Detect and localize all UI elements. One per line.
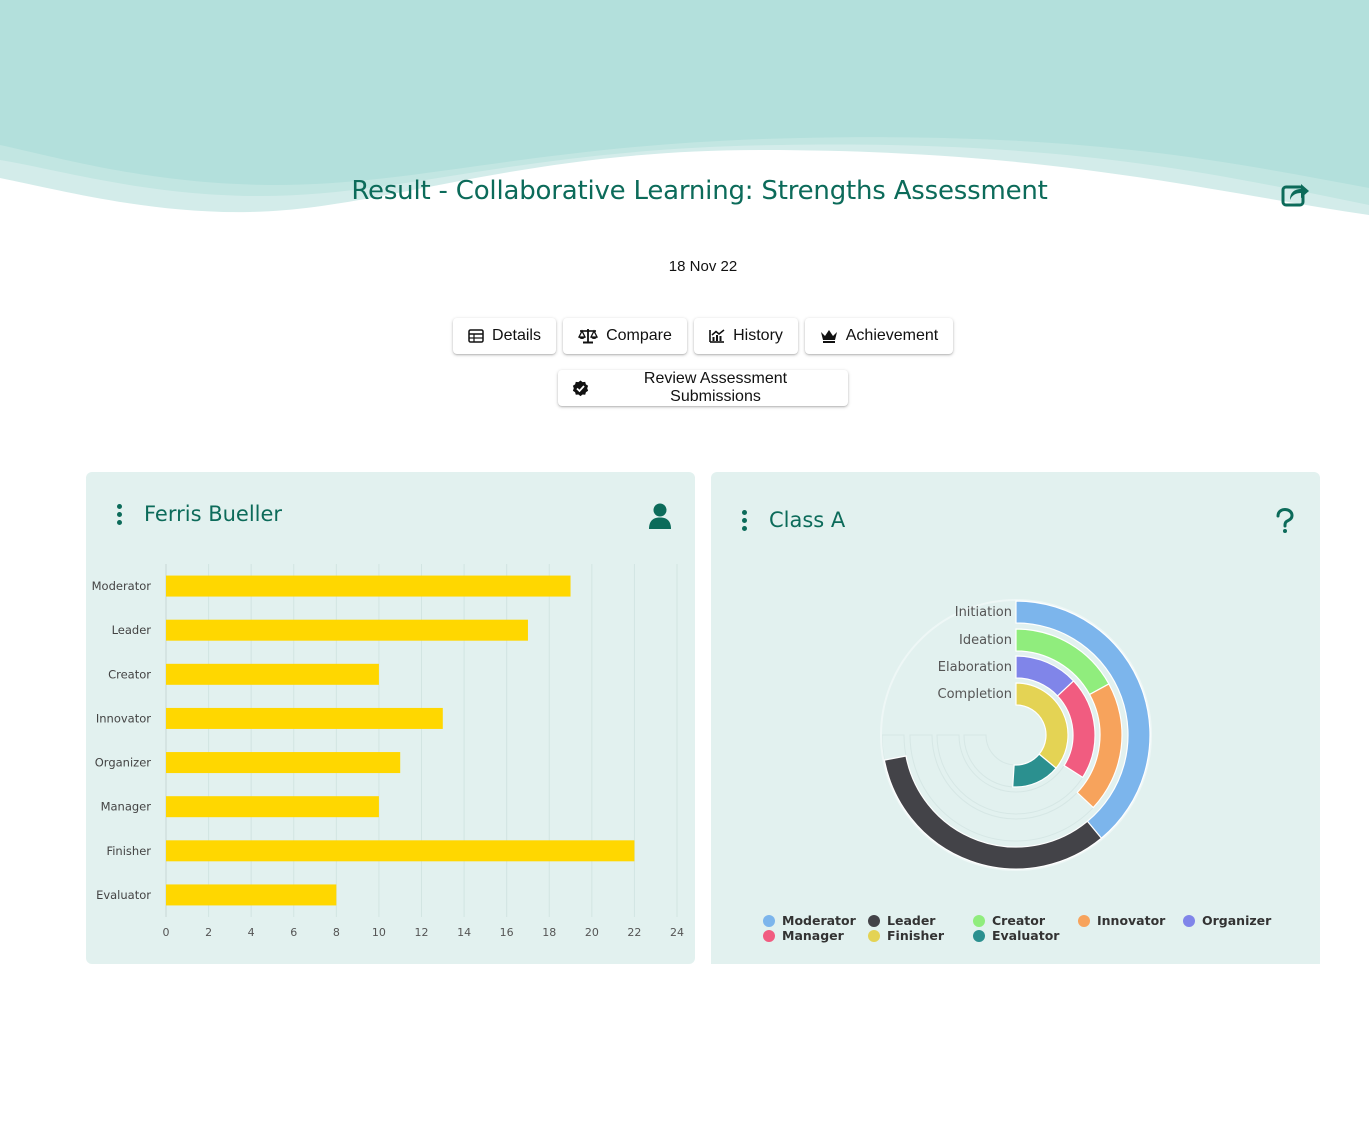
bar-leader[interactable] <box>166 619 528 641</box>
x-tick-label: 10 <box>372 926 386 939</box>
x-tick-label: 4 <box>248 926 255 939</box>
balance-scale-icon <box>578 329 599 344</box>
legend-dot <box>763 914 775 927</box>
x-tick-label: 8 <box>333 926 340 939</box>
x-tick-label: 22 <box>627 926 641 939</box>
student-result-card: Ferris Bueller 0 2 4 6 8 10 12 14 16 18 20 22 24 Mode… <box>86 472 695 964</box>
legend-label: Organizer <box>1202 913 1272 928</box>
legend-item-evaluator[interactable]: Evaluator <box>973 928 1059 943</box>
legend-label: Finisher <box>887 928 944 943</box>
compare-button[interactable]: Compare <box>563 318 687 354</box>
ring-label: Elaboration <box>938 660 1012 675</box>
x-tick-label: 0 <box>163 926 170 939</box>
legend-item-moderator[interactable]: Moderator <box>763 913 856 928</box>
legend-item-finisher[interactable]: Finisher <box>868 928 944 943</box>
y-tick-label: Moderator <box>92 579 152 593</box>
share-icon[interactable] <box>1280 180 1310 208</box>
legend-item-leader[interactable]: Leader <box>868 913 935 928</box>
y-tick-label: Finisher <box>106 844 151 858</box>
achievement-button[interactable]: Achievement <box>805 318 953 354</box>
legend-dot <box>1183 914 1195 927</box>
details-button[interactable]: Details <box>453 318 556 354</box>
x-tick-label: 14 <box>457 926 471 939</box>
bar-innovator[interactable] <box>166 707 443 729</box>
bar-organizer[interactable] <box>166 752 401 774</box>
x-tick-label: 20 <box>585 926 599 939</box>
bar-moderator[interactable] <box>166 575 571 597</box>
ring-label: Ideation <box>959 633 1012 648</box>
bar-evaluator[interactable] <box>166 884 337 906</box>
x-tick-label: 12 <box>415 926 429 939</box>
achievement-button-label: Achievement <box>845 327 939 344</box>
bar-creator[interactable] <box>166 663 379 685</box>
legend-dot <box>763 929 775 942</box>
y-tick-label: Evaluator <box>96 888 151 902</box>
ring-label: Initiation <box>955 605 1012 620</box>
assessment-date: 18 Nov 22 <box>668 258 738 275</box>
legend-item-manager[interactable]: Manager <box>763 928 844 943</box>
y-tick-label: Creator <box>108 667 151 681</box>
x-tick-label: 6 <box>290 926 297 939</box>
class-radial-chart: Initiation Ideation Elaboration Completion <box>880 599 1152 871</box>
legend-label: Innovator <box>1097 913 1166 928</box>
legend-dot <box>868 929 880 942</box>
legend-label: Leader <box>887 913 936 928</box>
class-result-card: Class A Initiation Ideation Elaboration Com… <box>711 472 1320 964</box>
review-submissions-button-label: Review Assessment Submissions <box>643 370 788 405</box>
legend-item-creator[interactable]: Creator <box>973 913 1045 928</box>
x-tick-label: 24 <box>670 926 684 939</box>
x-tick-label: 18 <box>542 926 556 939</box>
y-tick-label: Manager <box>101 800 152 814</box>
ring-label: Completion <box>938 687 1012 702</box>
legend-label: Manager <box>782 928 844 943</box>
legend-dot <box>868 914 880 927</box>
table-icon <box>468 329 484 343</box>
legend-item-innovator[interactable]: Innovator <box>1078 913 1165 928</box>
bar-finisher[interactable] <box>166 840 635 862</box>
crown-icon <box>820 330 837 343</box>
strengths-bar-chart: 0 2 4 6 8 10 12 14 16 18 20 22 24ModeratorLeaderCrea… <box>92 564 684 939</box>
legend-label: Creator <box>992 913 1045 928</box>
history-button[interactable]: History <box>694 318 798 354</box>
y-tick-label: Innovator <box>96 711 151 725</box>
page-title: Result - Collaborative Learning: Strengt… <box>351 176 1048 206</box>
legend-dot <box>973 929 985 942</box>
compare-button-label: Compare <box>606 327 672 344</box>
x-tick-label: 2 <box>205 926 212 939</box>
y-tick-label: Leader <box>112 623 152 637</box>
legend-dot <box>973 914 985 927</box>
y-tick-label: Organizer <box>95 756 152 770</box>
chart-line-icon <box>709 329 725 343</box>
bar-manager[interactable] <box>166 796 379 818</box>
history-button-label: History <box>733 327 783 344</box>
check-badge-icon <box>572 380 589 396</box>
x-tick-label: 16 <box>500 926 514 939</box>
legend-item-organizer[interactable]: Organizer <box>1183 913 1271 928</box>
legend-label: Moderator <box>782 913 856 928</box>
legend-label: Evaluator <box>992 928 1060 943</box>
legend-dot <box>1078 914 1090 927</box>
review-submissions-button[interactable]: Review Assessment Submissions <box>558 370 848 406</box>
details-button-label: Details <box>492 327 541 344</box>
